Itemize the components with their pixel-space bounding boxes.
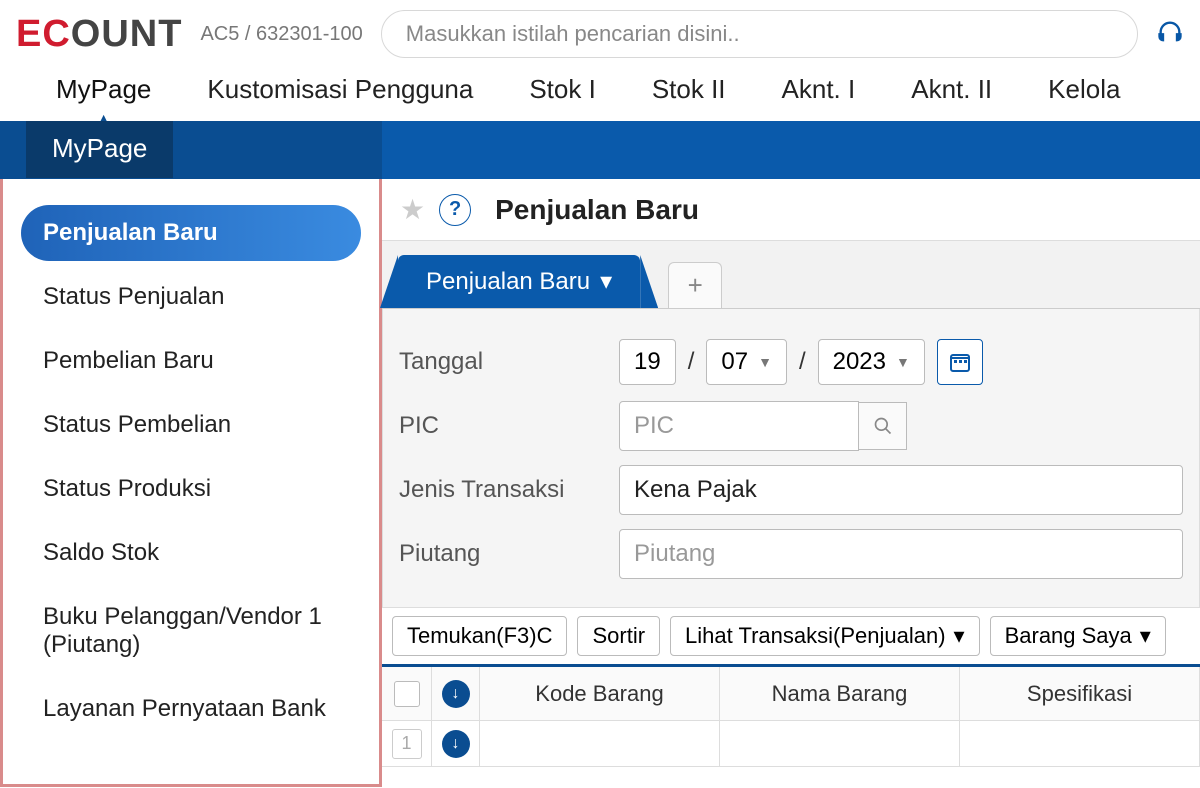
- date-sep-2: /: [799, 348, 806, 376]
- cell-spesifikasi[interactable]: [960, 721, 1200, 767]
- main-content: ★ ? Penjualan Baru Penjualan Baru ▾ + Ta…: [382, 179, 1200, 787]
- logo: ECOUNT: [16, 13, 182, 56]
- label-tanggal: Tanggal: [399, 348, 619, 376]
- label-jenis-transaksi: Jenis Transaksi: [399, 476, 619, 504]
- label-pic: PIC: [399, 412, 619, 440]
- col-kode-barang[interactable]: Kode Barang: [480, 667, 720, 721]
- chevron-down-icon: ▼: [758, 354, 772, 370]
- date-year-input[interactable]: 2023 ▼: [818, 339, 925, 385]
- expand-all-icon[interactable]: ↓: [442, 680, 470, 708]
- items-table: ↓ Kode Barang Nama Barang Spesifikasi 1 …: [382, 664, 1200, 767]
- sidebar-item-penjualan-baru[interactable]: Penjualan Baru: [21, 205, 361, 261]
- sidebar-item-status-pembelian[interactable]: Status Pembelian: [21, 397, 361, 453]
- view-transactions-button[interactable]: Lihat Transaksi(Penjualan) ▾: [670, 616, 980, 656]
- logo-part-1: EC: [16, 13, 71, 55]
- chevron-down-icon: ▼: [896, 354, 910, 370]
- pic-input[interactable]: PIC: [619, 401, 859, 451]
- sort-button[interactable]: Sortir: [577, 616, 660, 656]
- col-spesifikasi[interactable]: Spesifikasi: [960, 667, 1200, 721]
- label-piutang: Piutang: [399, 540, 619, 568]
- nav-mypage[interactable]: MyPage: [28, 66, 179, 113]
- trans-type-input[interactable]: Kena Pajak: [619, 465, 1183, 515]
- form-area: Tanggal 19 / 07 ▼ / 2023 ▼ PIC PIC: [382, 309, 1200, 608]
- subtab-penjualan-baru[interactable]: Penjualan Baru ▾: [398, 255, 640, 308]
- favorite-star-icon[interactable]: ★: [400, 193, 425, 226]
- find-button[interactable]: Temukan(F3)C: [392, 616, 567, 656]
- sidebar-item-pembelian-baru[interactable]: Pembelian Baru: [21, 333, 361, 389]
- chevron-down-icon: ▾: [954, 623, 965, 649]
- add-tab-button[interactable]: +: [668, 262, 722, 308]
- page-title: Penjualan Baru: [495, 194, 699, 226]
- calendar-button[interactable]: [937, 339, 983, 385]
- page-header: ★ ? Penjualan Baru: [382, 179, 1200, 241]
- sidebar-item-saldo-stok[interactable]: Saldo Stok: [21, 525, 361, 581]
- row-number: 1: [392, 729, 422, 759]
- nav-aknt2[interactable]: Aknt. II: [883, 66, 1020, 113]
- app-header: ECOUNT AC5 / 632301-100 Masukkan istilah…: [0, 0, 1200, 66]
- select-all-checkbox[interactable]: [394, 681, 420, 707]
- account-code: AC5 / 632301-100: [200, 23, 362, 46]
- sidebar-item-layanan-bank[interactable]: Layanan Pernyataan Bank: [21, 681, 361, 737]
- pic-search-button[interactable]: [859, 402, 907, 450]
- date-month-input[interactable]: 07 ▼: [706, 339, 787, 385]
- nav-aknt1[interactable]: Aknt. I: [754, 66, 884, 113]
- sidebar: Penjualan Baru Status Penjualan Pembelia…: [0, 179, 382, 787]
- chevron-down-icon: ▾: [600, 267, 612, 296]
- section-band: MyPage: [0, 121, 1200, 179]
- col-nama-barang[interactable]: Nama Barang: [720, 667, 960, 721]
- global-search-input[interactable]: Masukkan istilah pencarian disini..: [381, 10, 1138, 58]
- top-nav: MyPage Kustomisasi Pengguna Stok I Stok …: [0, 66, 1200, 121]
- support-headset-icon[interactable]: [1156, 18, 1184, 51]
- date-sep-1: /: [688, 348, 695, 376]
- table-header-row: ↓ Kode Barang Nama Barang Spesifikasi: [382, 667, 1200, 721]
- chevron-down-icon: ▾: [1140, 623, 1151, 649]
- help-icon[interactable]: ?: [439, 194, 471, 226]
- subtab-label: Penjualan Baru: [426, 268, 590, 296]
- search-icon: [873, 416, 893, 436]
- logo-part-2: OUNT: [71, 13, 183, 55]
- table-row: 1 ↓: [382, 721, 1200, 767]
- sidebar-item-status-penjualan[interactable]: Status Penjualan: [21, 269, 361, 325]
- expand-row-icon[interactable]: ↓: [442, 730, 470, 758]
- nav-stok2[interactable]: Stok II: [624, 66, 754, 113]
- nav-kustomisasi[interactable]: Kustomisasi Pengguna: [179, 66, 501, 113]
- cell-kode-barang[interactable]: [480, 721, 720, 767]
- grid-toolbar: Temukan(F3)C Sortir Lihat Transaksi(Penj…: [382, 608, 1200, 664]
- sidebar-item-status-produksi[interactable]: Status Produksi: [21, 461, 361, 517]
- sub-tab-bar: Penjualan Baru ▾ +: [382, 241, 1200, 309]
- calendar-icon: [948, 350, 972, 374]
- cell-nama-barang[interactable]: [720, 721, 960, 767]
- sidebar-title: MyPage: [26, 121, 173, 178]
- nav-stok1[interactable]: Stok I: [501, 66, 623, 113]
- piutang-input[interactable]: Piutang: [619, 529, 1183, 579]
- nav-kelola[interactable]: Kelola: [1020, 66, 1148, 113]
- my-items-button[interactable]: Barang Saya ▾: [990, 616, 1166, 656]
- sidebar-item-buku-pelanggan[interactable]: Buku Pelanggan/Vendor 1 (Piutang): [21, 589, 361, 673]
- date-day-input[interactable]: 19: [619, 339, 676, 385]
